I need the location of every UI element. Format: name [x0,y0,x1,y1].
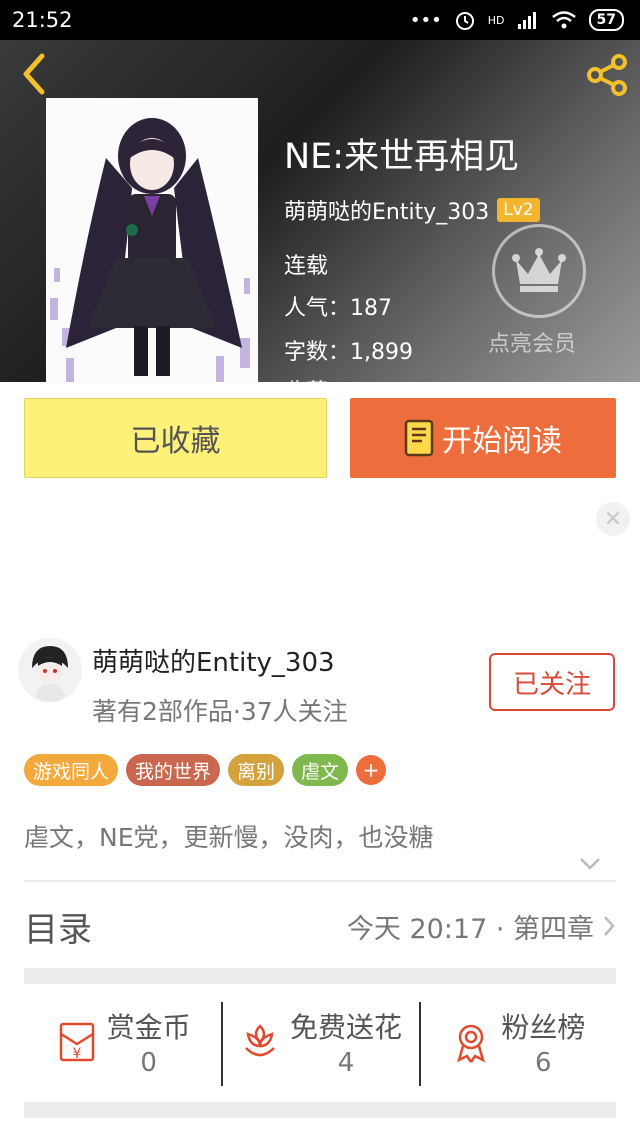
book-cover[interactable] [46,98,258,382]
reward-fan-rank-value: 6 [535,1048,552,1078]
wifi-icon [551,11,576,29]
avatar-image [18,638,82,702]
crown-icon [512,248,566,292]
section-separator [24,968,616,984]
author-name[interactable]: 萌萌哒的Entity_303 [284,194,489,226]
cover-illustration [46,98,258,382]
more-dots-icon: ••• [409,9,442,31]
flower-icon [245,1024,275,1057]
battery-indicator: 57 [588,9,624,31]
collection-stat: 收藏：7 [284,374,364,382]
reward-fan-rank[interactable]: 粉丝榜 6 [418,984,616,1100]
alarm-icon [455,12,474,30]
red-envelope-icon: ¥ [59,1022,94,1062]
writer-name[interactable]: 萌萌哒的Entity_303 [92,642,335,679]
tag-1[interactable]: 我的世界 [126,754,221,786]
reward-coins-label: 赏金币 [106,1011,191,1044]
start-reading-label: 开始阅读 [442,424,562,459]
reward-flowers-value: 4 [337,1048,355,1078]
collected-button[interactable]: 已收藏 [24,398,327,478]
serial-status: 连载 [284,254,329,279]
reward-coins-value: 0 [140,1048,157,1078]
start-reading-button[interactable]: 开始阅读 [350,398,616,478]
vip-label[interactable]: 点亮会员 [488,326,576,358]
close-icon[interactable]: ✕ [596,502,630,536]
toc-latest: 今天 20:17 · 第四章 [347,907,616,946]
reward-flowers-label: 免费送花 [289,1011,402,1044]
writer-meta: 著有2部作品·37人关注 [92,697,348,726]
medal-icon [457,1024,486,1063]
toc-label: 目录 [24,909,92,950]
book-header: NE:来世再相见 萌萌哒的Entity_303 Lv2 连载 人气：187 字数… [0,40,640,382]
book-title: NE:来世再相见 [284,137,520,177]
section-separator-bottom [24,1102,616,1118]
reward-flowers[interactable]: 免费送花 4 [221,984,418,1100]
chevron-down-icon[interactable] [578,856,602,872]
tag-3[interactable]: 虐文 [292,754,349,786]
tag-0[interactable]: 游戏同人 [24,754,119,786]
author-row: 萌萌哒的Entity_303 Lv2 [284,194,540,226]
chevron-right-icon [604,916,615,936]
status-time: 21:52 [12,8,73,32]
reward-row: ¥ 赏金币 0 免费送花 4 粉丝榜 6 [24,984,616,1100]
tag-2[interactable]: 离别 [228,754,285,786]
reward-fan-rank-label: 粉丝榜 [501,1011,586,1044]
add-tag-button[interactable]: + [356,755,387,785]
latest-chapter: 今天 20:17 · 第四章 [346,913,594,945]
status-bar: 21:52 ••• HD 57 [0,0,640,40]
follow-button[interactable]: 已关注 [489,653,615,711]
back-icon[interactable] [16,50,56,98]
level-badge: Lv2 [497,198,540,222]
share-icon[interactable] [584,52,630,98]
popularity-stat: 人气：187 [284,296,392,321]
svg-text:¥: ¥ [72,1046,81,1062]
vip-crown-button[interactable] [492,224,586,318]
book-content: 已收藏 开始阅读 ✕ 萌萌哒的Entity_303 著有2部作品·37人关注 已… [0,382,640,1138]
signal-icon [517,12,536,29]
word-count-stat: 字数：1,899 [284,340,413,365]
status-icons: ••• HD 57 [410,9,624,31]
reward-coins[interactable]: ¥ 赏金币 0 [24,984,221,1100]
book-summary: 虐文，NE党，更新慢，没肉，也没糖 [24,823,434,852]
tag-list: 游戏同人 我的世界 离别 虐文 + [24,754,387,786]
network-label: HD [487,13,505,27]
book-icon [404,419,434,457]
table-of-contents-row[interactable]: 目录 今天 20:17 · 第四章 [24,882,616,970]
avatar[interactable] [18,638,82,702]
